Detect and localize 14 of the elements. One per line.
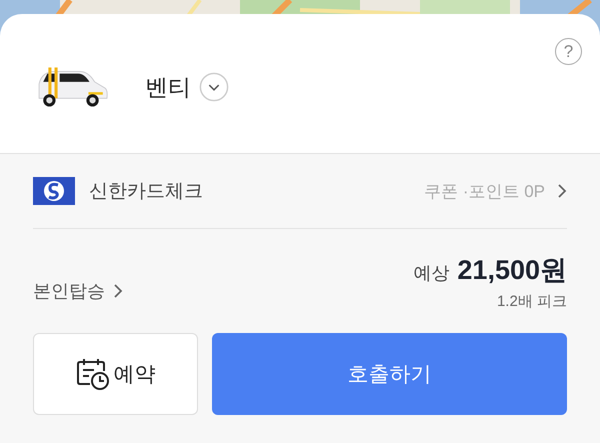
reserve-button[interactable]: 예약 [33,333,198,415]
vehicle-name[interactable]: 벤티 [145,72,191,102]
fare-label: 예상 [413,262,450,284]
bank-logo-icon [33,177,75,205]
chevron-right-icon[interactable] [113,283,123,299]
card-name[interactable]: 신한카드체크 [89,178,203,204]
chevron-down-icon[interactable] [199,72,229,102]
help-icon[interactable]: ? [555,38,582,65]
chevron-right-icon[interactable] [557,183,567,199]
surge-text: 1.2배 피크 [496,292,567,310]
calendar-clock-icon [76,357,110,391]
rider-option[interactable]: 본인탑승 [33,279,105,303]
call-button[interactable]: 호출하기 [212,333,567,415]
fare-amount: 21,500원 [457,254,567,286]
